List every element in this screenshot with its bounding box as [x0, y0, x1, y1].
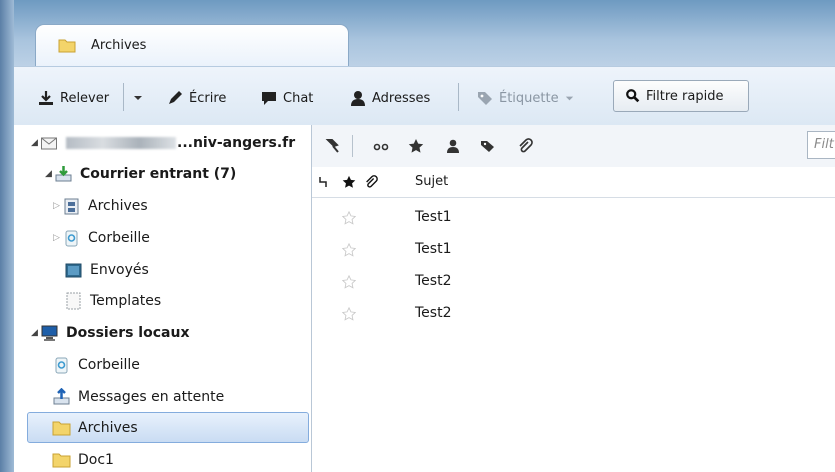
chat-button[interactable]: Chat — [260, 87, 313, 109]
message-subject: Test2 — [415, 273, 452, 289]
folder-account[interactable]: ◢ ...niv-angers.fr — [30, 131, 295, 155]
message-row[interactable]: Test2 — [312, 266, 835, 298]
filter-input[interactable]: Filt — [807, 131, 835, 159]
toolbar-divider — [123, 83, 124, 111]
message-list-header: Sujet — [312, 167, 835, 198]
archives-sub-label: Archives — [88, 198, 148, 214]
twisty-closed-icon: ▷ — [53, 233, 60, 243]
star-column-icon[interactable] — [342, 175, 356, 189]
tag-icon[interactable] — [480, 138, 496, 154]
star-outline-icon[interactable] — [342, 243, 356, 257]
quick-filter-button[interactable]: Filtre rapide — [613, 80, 749, 112]
window-left-edge — [0, 0, 14, 472]
get-messages-dropdown[interactable] — [132, 87, 144, 109]
star-outline-icon[interactable] — [342, 307, 356, 321]
folder-local-trash[interactable]: Corbeille — [52, 353, 140, 377]
folder-archives-sub[interactable]: ▷ Archives — [52, 194, 148, 218]
twisty-closed-icon: ▷ — [53, 201, 60, 211]
trash-sub-label: Corbeille — [88, 230, 150, 246]
trash-icon — [55, 357, 68, 374]
get-messages-label: Relever — [60, 90, 110, 106]
sent-folder-icon — [65, 263, 82, 278]
account-name: ...niv-angers.fr — [177, 135, 296, 151]
message-subject: Test2 — [415, 305, 452, 321]
tag-icon — [478, 92, 492, 105]
folder-sent[interactable]: Envoyés — [64, 258, 149, 282]
inbox-label: Courrier entrant (7) — [80, 166, 237, 182]
folder-local-folders[interactable]: ◢ Dossiers locaux — [30, 321, 189, 345]
main-toolbar: Relever Écrire Chat Adresses Étiquette F… — [14, 66, 835, 126]
outbox-label: Messages en attente — [78, 389, 225, 405]
folder-templates[interactable]: Templates — [64, 289, 161, 313]
quick-filter-content: Filtre rapide — [625, 85, 723, 107]
toolbar-divider — [458, 83, 459, 111]
folder-doc1[interactable]: Doc1 — [52, 448, 114, 472]
quick-filter-bar: Filt — [312, 125, 835, 168]
computer-icon — [41, 325, 58, 341]
chevron-down-icon — [134, 96, 142, 100]
pin-icon[interactable] — [325, 138, 341, 154]
search-icon — [626, 89, 640, 103]
local-trash-label: Corbeille — [78, 357, 140, 373]
write-label: Écrire — [189, 90, 227, 106]
contact-icon[interactable] — [445, 138, 461, 154]
address-book-label: Adresses — [372, 90, 431, 106]
contact-icon — [351, 91, 365, 106]
star-outline-icon[interactable] — [342, 275, 356, 289]
outbox-icon — [53, 388, 70, 405]
twisty-open-icon: ◢ — [31, 138, 38, 148]
folder-local-archives[interactable]: Archives — [52, 416, 138, 440]
tab-label: Archives — [91, 38, 147, 53]
pencil-icon — [169, 91, 182, 104]
archive-folder-icon — [64, 198, 79, 215]
message-subject: Test1 — [415, 209, 452, 225]
quick-filter-label: Filtre rapide — [646, 88, 724, 104]
chat-bubble-icon — [262, 92, 276, 105]
chat-label: Chat — [283, 90, 314, 106]
message-row[interactable]: Test1 — [312, 202, 835, 234]
get-messages-button[interactable]: Relever — [37, 87, 109, 109]
message-row[interactable]: Test2 — [312, 298, 835, 330]
folder-outbox[interactable]: Messages en attente — [52, 385, 224, 409]
tab-archives[interactable]: Archives — [35, 24, 349, 67]
folder-icon — [52, 453, 71, 468]
template-folder-icon — [66, 292, 81, 310]
thread-column-icon[interactable] — [318, 176, 330, 188]
chevron-down-icon — [565, 96, 573, 100]
twisty-open-icon: ◢ — [45, 169, 52, 179]
subject-column-header[interactable]: Sujet — [415, 174, 448, 189]
tag-button[interactable]: Étiquette — [476, 87, 575, 109]
address-book-button[interactable]: Adresses — [349, 87, 430, 109]
attachment-column-icon[interactable] — [364, 175, 378, 189]
message-subject: Test1 — [415, 241, 452, 257]
doc1-label: Doc1 — [78, 452, 114, 468]
account-name-redacted — [66, 137, 176, 149]
paperclip-icon[interactable] — [517, 138, 533, 154]
templates-label: Templates — [90, 293, 162, 309]
sent-label: Envoyés — [90, 262, 149, 278]
unread-icon[interactable] — [373, 138, 389, 154]
folder-trash-sub[interactable]: ▷ Corbeille — [52, 226, 150, 250]
local-folders-label: Dossiers locaux — [66, 325, 190, 341]
download-icon — [39, 91, 53, 105]
message-pane: Filt Sujet Test1 Test1 Test2 Test2 — [312, 125, 835, 472]
twisty-open-icon: ◢ — [31, 328, 38, 338]
message-row[interactable]: Test1 — [312, 234, 835, 266]
inbox-icon — [55, 166, 72, 182]
star-outline-icon[interactable] — [342, 211, 356, 225]
local-archives-label: Archives — [78, 420, 138, 436]
tag-label: Étiquette — [499, 90, 559, 106]
mail-account-icon — [41, 137, 57, 150]
filterbar-divider — [352, 135, 353, 157]
star-icon[interactable] — [408, 138, 424, 154]
folder-icon — [52, 421, 71, 436]
write-button[interactable]: Écrire — [166, 87, 226, 109]
trash-icon — [65, 230, 78, 247]
folder-inbox[interactable]: ◢ Courrier entrant (7) — [44, 162, 236, 186]
folder-icon — [58, 39, 76, 53]
